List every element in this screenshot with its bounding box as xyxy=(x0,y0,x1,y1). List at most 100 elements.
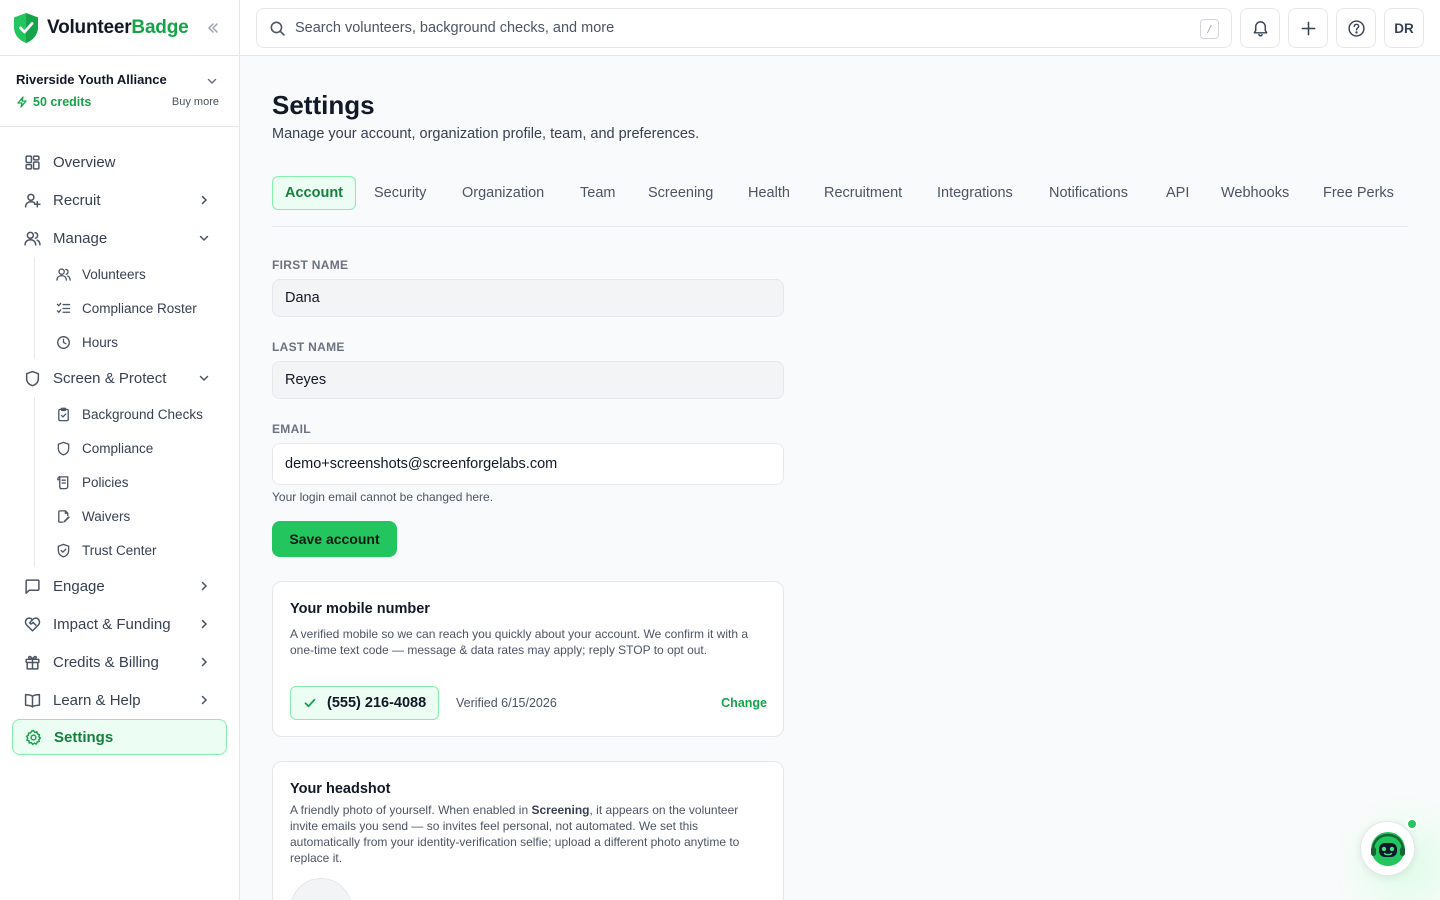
tab-free-perks[interactable]: Free Perks xyxy=(1323,176,1394,210)
nav-item-learn-help[interactable]: Learn & Help xyxy=(0,681,239,719)
first-name-label: FIRST NAME xyxy=(272,258,349,272)
global-search[interactable]: / xyxy=(256,8,1232,48)
chevron-right-icon xyxy=(201,581,208,591)
gear-icon xyxy=(25,729,42,745)
sub-label: Trust Center xyxy=(82,542,157,558)
nav-label: Manage xyxy=(53,229,108,247)
credits-label: 50 credits xyxy=(33,95,92,109)
book-open-icon xyxy=(24,693,41,708)
clock-icon xyxy=(57,335,70,349)
message-square-icon xyxy=(25,578,40,594)
user-avatar-button[interactable]: DR xyxy=(1384,8,1424,48)
plus-icon xyxy=(1301,21,1315,35)
buy-more-link[interactable]: Buy more xyxy=(172,96,219,108)
verified-date: Verified 6/15/2026 xyxy=(456,696,557,710)
create-new-button[interactable] xyxy=(1288,8,1328,48)
save-account-button[interactable]: Save account xyxy=(272,521,397,557)
sidebar-item-volunteers[interactable]: Volunteers xyxy=(35,257,239,291)
chevron-right-icon xyxy=(201,657,208,667)
main-nav: Overview Recruit Manage Volunteers Compl… xyxy=(0,127,239,755)
nav-label: Learn & Help xyxy=(53,691,141,709)
sub-label: Volunteers xyxy=(82,266,146,282)
mobile-card-title: Your mobile number xyxy=(290,601,430,617)
sub-label: Compliance Roster xyxy=(82,300,197,316)
top-bar: / DR xyxy=(240,0,1440,56)
headshot-card-description: A friendly photo of yourself. When enabl… xyxy=(290,803,740,865)
nav-item-settings[interactable]: Settings xyxy=(12,719,227,755)
list-checks-icon xyxy=(56,302,71,313)
check-icon xyxy=(304,698,316,708)
collapse-sidebar-icon[interactable] xyxy=(205,20,221,36)
gift-icon xyxy=(25,655,40,670)
ai-assistant-button[interactable] xyxy=(1360,821,1415,876)
tab-team[interactable]: Team xyxy=(580,176,615,210)
notifications-button[interactable] xyxy=(1240,8,1280,48)
verified-phone: (555) 216-4088 xyxy=(290,686,440,720)
settings-page: Settings Manage your account, organizati… xyxy=(240,56,1440,900)
sub-label: Compliance xyxy=(82,440,154,456)
sidebar-item-policies[interactable]: Policies xyxy=(35,465,239,499)
brand[interactable]: VolunteerBadge xyxy=(0,0,239,56)
bell-icon xyxy=(1253,20,1267,37)
sidebar-item-waivers[interactable]: Waivers xyxy=(35,499,239,533)
sidebar-item-hours[interactable]: Hours xyxy=(35,325,239,359)
nav-item-overview[interactable]: Overview xyxy=(0,143,239,181)
page-title: Settings xyxy=(272,90,375,120)
search-input[interactable] xyxy=(295,20,1175,36)
sidebar-item-compliance[interactable]: Compliance xyxy=(35,431,239,465)
tab-api[interactable]: API xyxy=(1166,176,1189,210)
headshot-card: Your headshot A friendly photo of yourse… xyxy=(272,761,784,900)
avatar-initials: DR xyxy=(1394,20,1414,36)
tab-organization[interactable]: Organization xyxy=(462,176,544,210)
nav-item-engage[interactable]: Engage xyxy=(0,567,239,605)
tab-integrations[interactable]: Integrations xyxy=(937,176,1013,210)
chevron-down-icon[interactable] xyxy=(205,74,219,88)
nav-item-impact-funding[interactable]: Impact & Funding xyxy=(0,605,239,643)
nav-label: Credits & Billing xyxy=(53,653,159,671)
tab-security[interactable]: Security xyxy=(374,176,426,210)
settings-tabs: Account Security Organization Team Scree… xyxy=(272,176,1408,227)
last-name-field[interactable] xyxy=(272,361,784,399)
sidebar-item-background-checks[interactable]: Background Checks xyxy=(35,397,239,431)
mobile-number-card: Your mobile number A verified mobile so … xyxy=(272,581,784,737)
tab-health[interactable]: Health xyxy=(748,176,790,210)
nav-item-credits-billing[interactable]: Credits & Billing xyxy=(0,643,239,681)
nav-label: Screen & Protect xyxy=(53,369,167,387)
nav-label: Engage xyxy=(53,577,105,595)
last-name-label: LAST NAME xyxy=(272,340,345,354)
lightning-icon xyxy=(17,96,27,108)
sidebar: VolunteerBadge Riverside Youth Alliance … xyxy=(0,0,240,900)
tab-account[interactable]: Account xyxy=(272,176,356,210)
manage-submenu: Volunteers Compliance Roster Hours xyxy=(34,257,239,359)
phone-number: (555) 216-4088 xyxy=(327,695,427,711)
nav-label: Overview xyxy=(53,153,116,171)
email-field[interactable] xyxy=(272,443,784,485)
file-signature-icon xyxy=(58,509,70,523)
sub-label: Hours xyxy=(82,334,119,350)
shield-check-logo-icon xyxy=(14,12,38,43)
scroll-icon xyxy=(57,475,69,489)
tab-webhooks[interactable]: Webhooks xyxy=(1221,176,1289,210)
help-button[interactable] xyxy=(1336,8,1376,48)
first-name-field[interactable] xyxy=(272,279,784,317)
tab-screening[interactable]: Screening xyxy=(648,176,713,210)
change-phone-link[interactable]: Change xyxy=(721,696,767,710)
nav-item-screen-protect[interactable]: Screen & Protect xyxy=(0,359,239,397)
org-switcher[interactable]: Riverside Youth Alliance 50 credits Buy … xyxy=(0,56,239,127)
tab-notifications[interactable]: Notifications xyxy=(1049,176,1128,210)
sidebar-item-compliance-roster[interactable]: Compliance Roster xyxy=(35,291,239,325)
users-icon xyxy=(24,231,41,246)
email-label: EMAIL xyxy=(272,422,311,436)
users-icon xyxy=(56,267,71,281)
nav-label: Settings xyxy=(54,728,114,746)
sidebar-item-trust-center[interactable]: Trust Center xyxy=(35,533,239,567)
shield-icon xyxy=(25,370,40,386)
nav-item-recruit[interactable]: Recruit xyxy=(0,181,239,219)
headshot-avatar[interactable] xyxy=(290,878,352,900)
tab-recruitment[interactable]: Recruitment xyxy=(824,176,902,210)
nav-item-manage[interactable]: Manage xyxy=(0,219,239,257)
org-name: Riverside Youth Alliance xyxy=(16,72,167,87)
robot-assistant-icon xyxy=(1370,831,1405,866)
search-shortcut-hint: / xyxy=(1200,19,1219,39)
sub-label: Policies xyxy=(82,474,129,490)
